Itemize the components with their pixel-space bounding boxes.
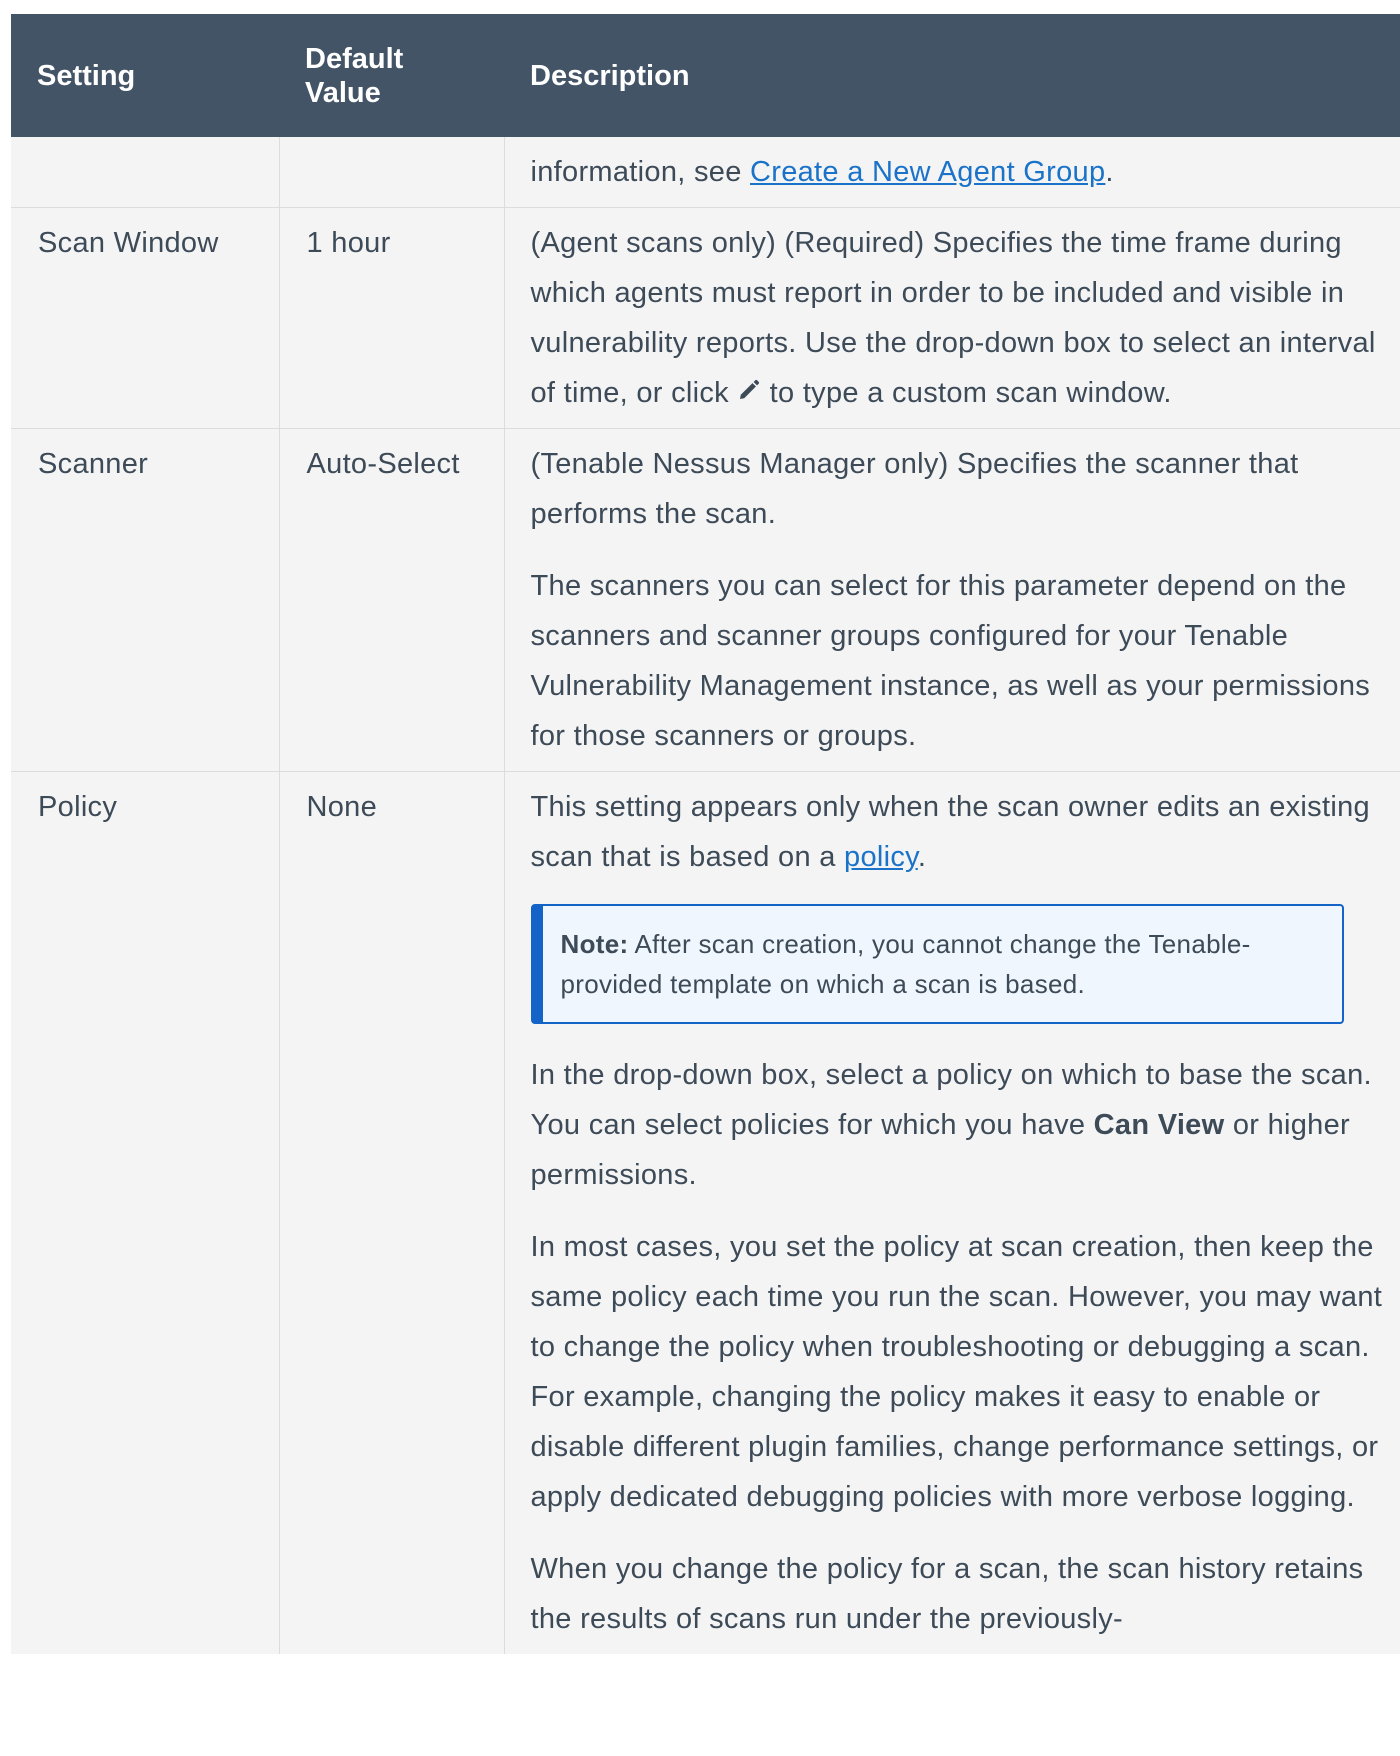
header-default-value: Default Value (279, 14, 504, 137)
description-paragraph: (Tenable Nessus Manager only) Specifies … (530, 448, 1299, 530)
description-text: . (917, 841, 927, 873)
header-default-line1: Default (305, 42, 404, 75)
note-callout: Note: After scan creation, you cannot ch… (530, 904, 1344, 1024)
policy-link[interactable]: policy (844, 841, 918, 873)
description-paragraph: In the drop-down box, select a policy on… (531, 1050, 1391, 1200)
description-paragraph: In most cases, you set the policy at sca… (530, 1231, 1383, 1513)
description-text: . (1105, 156, 1114, 188)
description-text: to type a custom scan window. (761, 377, 1172, 409)
table-header: Setting Default Value Description (11, 14, 1400, 137)
setting-cell: Policy (11, 771, 280, 1654)
default-cell (279, 137, 505, 208)
default-cell: 1 hour (279, 207, 505, 429)
default-cell: Auto-Select (279, 428, 505, 772)
table-row: Policy None This setting appears only wh… (11, 771, 1400, 1654)
description-cell: (Agent scans only) (Required) Specifies … (504, 207, 1400, 429)
header-description: Description (504, 14, 1400, 137)
description-cell: This setting appears only when the scan … (504, 771, 1400, 1654)
settings-table-container: Setting Default Value Description informa… (11, 14, 1400, 1654)
header-setting: Setting (11, 14, 279, 137)
settings-table: Setting Default Value Description informa… (11, 14, 1400, 1654)
pencil-icon (740, 379, 760, 399)
description-paragraph: The scanners you can select for this par… (530, 570, 1371, 752)
table-row: Scanner Auto-Select (Tenable Nessus Mana… (11, 428, 1400, 772)
description-paragraph: When you change the policy for a scan, t… (530, 1553, 1364, 1635)
note-text: After scan creation, you cannot change t… (560, 929, 1251, 999)
description-cell: (Tenable Nessus Manager only) Specifies … (504, 428, 1400, 772)
description-text: This setting appears only when the scan … (530, 791, 1370, 873)
header-default-line2: Value (305, 76, 381, 109)
table-row: information, see Create a New Agent Grou… (11, 137, 1400, 208)
setting-cell: Scan Window (11, 207, 280, 429)
setting-cell (11, 137, 280, 208)
setting-cell: Scanner (11, 428, 280, 772)
description-text: information, see (530, 156, 750, 188)
note-label: Note: (560, 929, 629, 959)
description-paragraph: This setting appears only when the scan … (531, 782, 1391, 882)
default-cell: None (279, 771, 505, 1654)
create-agent-group-link[interactable]: Create a New Agent Group (750, 156, 1105, 188)
description-cell: information, see Create a New Agent Grou… (504, 137, 1400, 208)
can-view-permission: Can View (1093, 1109, 1225, 1141)
table-row: Scan Window 1 hour (Agent scans only) (R… (11, 207, 1400, 429)
